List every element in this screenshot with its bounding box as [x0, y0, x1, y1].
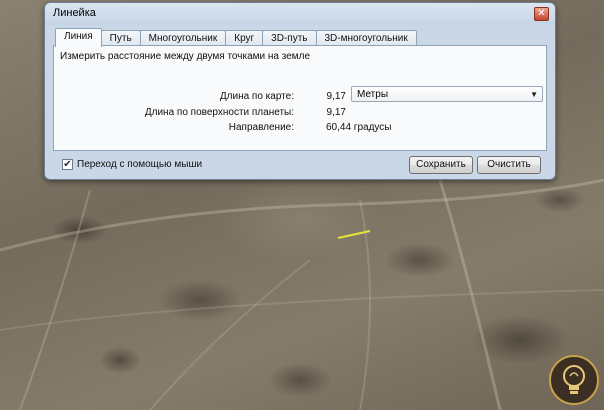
lightbulb-icon — [549, 355, 599, 405]
unit-select-value: Метры — [357, 89, 389, 100]
unit-select[interactable]: Метры ▼ — [351, 86, 543, 102]
close-button[interactable]: ✕ — [534, 7, 549, 21]
clear-button[interactable]: Очистить — [477, 156, 541, 174]
chevron-down-icon[interactable]: ▼ — [530, 87, 538, 103]
mouse-nav-checkbox[interactable]: ✔ — [62, 159, 73, 170]
surface-length-label: Длина по поверхности планеты: — [144, 107, 294, 118]
window-title: Линейка — [53, 7, 96, 19]
direction-label: Направление: — [228, 122, 294, 133]
title-bar[interactable]: Линейка ✕ — [45, 3, 555, 25]
tab-bar: Линия Путь Многоугольник Круг 3D-путь 3D… — [55, 28, 417, 47]
save-button[interactable]: Сохранить — [409, 156, 473, 174]
ruler-dialog: Линейка ✕ Линия Путь Многоугольник Круг … — [44, 2, 556, 180]
checkmark-icon: ✔ — [63, 159, 72, 170]
map-length-label: Длина по карте: — [219, 91, 294, 102]
tab-line[interactable]: Линия — [55, 28, 102, 47]
direction-value: 60,44 градусы — [326, 122, 392, 133]
mouse-nav-label[interactable]: Переход с помощью мыши — [77, 159, 202, 170]
panel-description: Измерить расстояние между двумя точками … — [60, 51, 311, 62]
line-panel: Измерить расстояние между двумя точками … — [53, 45, 547, 151]
surface-length-value: 9,17 — [326, 107, 346, 118]
map-length-value: 9,17 — [326, 91, 346, 102]
